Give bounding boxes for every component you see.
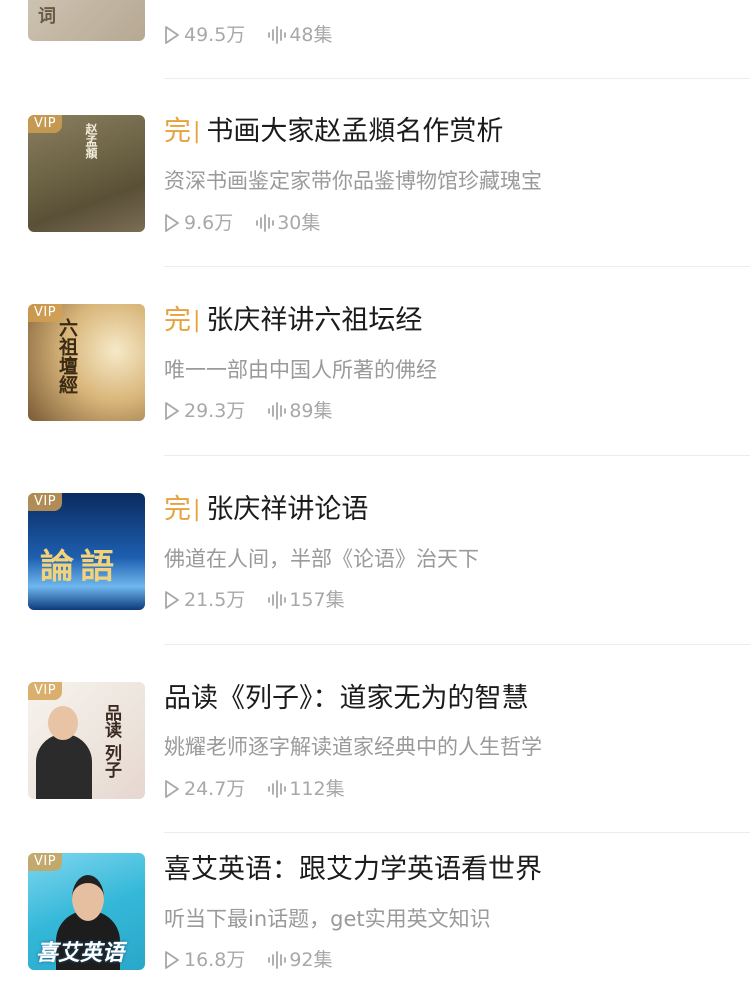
play-outline-icon	[165, 780, 179, 798]
cover-figure	[36, 734, 92, 799]
episode-count: 48集	[289, 24, 333, 46]
completed-tag-divider: |	[193, 119, 201, 144]
item-title[interactable]: 完| 书画大家赵孟頫名作赏析	[164, 115, 503, 151]
album-cover[interactable]: VIP 六祖壇經	[28, 304, 145, 421]
item-stats: 24.7万 112集	[164, 776, 345, 802]
play-count: 16.8万	[184, 949, 246, 971]
vip-badge: VIP	[28, 853, 63, 871]
cover-text: 論語	[40, 547, 120, 587]
audio-wave-icon	[268, 780, 287, 798]
item-description: 资深书画鉴定家带你品鉴博物馆珍藏瑰宝	[164, 169, 542, 193]
completed-tag-divider: |	[193, 308, 201, 333]
item-title-text: 张庆祥讲论语	[206, 494, 369, 525]
item-title[interactable]: 完| 张庆祥讲论语	[164, 493, 368, 529]
cover-text: 品读 列子	[101, 704, 121, 778]
cover-figure-head	[48, 706, 78, 740]
play-count: 29.3万	[184, 400, 246, 422]
cover-text: 赵孟頫	[84, 123, 98, 159]
play-outline-icon	[165, 402, 179, 420]
episode-count: 157集	[289, 589, 345, 611]
album-cover[interactable]: 词	[28, 0, 145, 41]
play-outline-icon	[165, 591, 179, 609]
item-title[interactable]: 品读《列子》：道家无为的智慧	[164, 682, 529, 716]
play-outline-icon	[165, 214, 179, 232]
divider	[164, 455, 750, 456]
episode-count: 112集	[289, 778, 345, 800]
play-outline-icon	[165, 951, 179, 969]
play-outline-icon	[165, 26, 179, 44]
audio-wave-icon	[268, 26, 287, 44]
item-description: 唯一一部由中国人所著的佛经	[164, 358, 437, 382]
item-stats: 29.3万 89集	[164, 398, 333, 424]
divider	[164, 78, 750, 79]
cover-text: 喜艾英语	[36, 940, 125, 966]
audio-wave-icon	[256, 214, 275, 232]
episode-count: 30集	[277, 212, 321, 234]
completed-tag: 完	[164, 305, 191, 336]
divider	[164, 832, 750, 833]
vip-badge: VIP	[28, 682, 63, 700]
completed-tag: 完	[164, 494, 191, 525]
divider	[164, 644, 750, 645]
item-title-text: 书画大家赵孟頫名作赏析	[206, 116, 504, 147]
divider	[164, 266, 750, 267]
item-stats: 9.6万 30集	[164, 210, 320, 236]
vip-badge: VIP	[28, 115, 63, 133]
audio-wave-icon	[268, 591, 287, 609]
episode-count: 89集	[289, 400, 333, 422]
episode-count: 92集	[289, 949, 333, 971]
play-count: 49.5万	[184, 24, 246, 46]
item-description: 听当下最in话题，get实用英文知识	[164, 907, 491, 931]
item-stats: 49.5万 48集	[164, 22, 333, 48]
vip-badge: VIP	[28, 493, 63, 511]
play-count: 9.6万	[184, 212, 234, 234]
album-cover[interactable]: VIP 品读 列子	[28, 682, 145, 799]
cover-text: 词	[38, 6, 56, 27]
cover-text: 六祖壇經	[56, 318, 78, 394]
item-title-text: 张庆祥讲六祖坛经	[206, 305, 423, 336]
completed-tag-divider: |	[193, 497, 201, 522]
album-cover[interactable]: VIP 赵孟頫	[28, 115, 145, 232]
play-count: 21.5万	[184, 589, 246, 611]
item-stats: 21.5万 157集	[164, 587, 345, 613]
item-title[interactable]: 完| 张庆祥讲六祖坛经	[164, 304, 422, 340]
completed-tag: 完	[164, 116, 191, 147]
album-cover[interactable]: VIP 喜艾英语	[28, 853, 145, 970]
audio-wave-icon	[268, 951, 287, 969]
item-stats: 16.8万 92集	[164, 947, 333, 973]
item-description: 佛道在人间，半部《论语》治天下	[164, 547, 479, 571]
item-description: 姚耀老师逐字解读道家经典中的人生哲学	[164, 735, 542, 759]
play-count: 24.7万	[184, 778, 246, 800]
album-cover[interactable]: VIP 論語	[28, 493, 145, 610]
audio-wave-icon	[268, 402, 287, 420]
item-title[interactable]: 喜艾英语：跟艾力学英语看世界	[164, 853, 542, 887]
cover-figure-head	[72, 875, 104, 921]
